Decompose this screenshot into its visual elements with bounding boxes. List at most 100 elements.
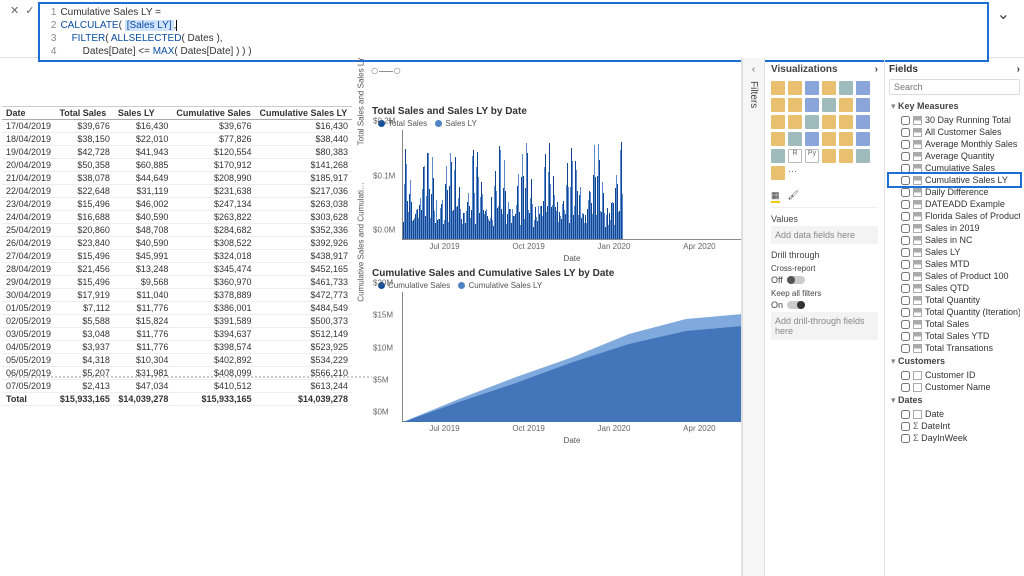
field-item[interactable]: Average Quantity bbox=[889, 150, 1020, 162]
table-row[interactable]: 04/05/2019$3,937$11,776$398,574$523,925 bbox=[2, 341, 352, 354]
field-checkbox[interactable] bbox=[901, 224, 910, 233]
field-item[interactable]: Daily Difference bbox=[889, 186, 1020, 198]
field-item[interactable]: All Customer Sales bbox=[889, 126, 1020, 138]
formula-commit[interactable]: ✓ bbox=[25, 4, 34, 17]
field-checkbox[interactable] bbox=[901, 332, 910, 341]
field-item[interactable]: DATEADD Example bbox=[889, 198, 1020, 210]
field-checkbox[interactable] bbox=[901, 434, 910, 443]
field-checkbox[interactable] bbox=[901, 248, 910, 257]
field-checkbox[interactable] bbox=[901, 422, 910, 431]
field-checkbox[interactable] bbox=[901, 236, 910, 245]
table-row[interactable]: 26/04/2019$23,840$40,590$308,522$392,926 bbox=[2, 237, 352, 250]
field-checkbox[interactable] bbox=[901, 371, 910, 380]
values-well[interactable]: Add data fields here bbox=[771, 226, 878, 244]
chart-total-sales[interactable]: Total Sales and Sales LY by Date Total S… bbox=[372, 106, 741, 263]
field-item[interactable]: Sales LY bbox=[889, 246, 1020, 258]
fields-search-input[interactable] bbox=[889, 79, 1020, 95]
field-item[interactable]: Total Transations bbox=[889, 342, 1020, 354]
table-row[interactable]: 19/04/2019$42,728$41,943$120,554$80,383 bbox=[2, 146, 352, 159]
field-checkbox[interactable] bbox=[901, 284, 910, 293]
field-checkbox[interactable] bbox=[901, 212, 910, 221]
field-item[interactable]: Sales in NC bbox=[889, 234, 1020, 246]
field-item[interactable]: DateInt bbox=[889, 420, 1020, 432]
table-row[interactable]: 07/05/2019$2,413$47,034$410,512$613,244 bbox=[2, 380, 352, 393]
field-checkbox[interactable] bbox=[901, 344, 910, 353]
cross-report-toggle[interactable]: Off bbox=[771, 275, 878, 285]
table-row[interactable]: 06/05/2019$5,207$31,981$408,099$566,210 bbox=[2, 367, 352, 380]
measure-icon bbox=[913, 212, 922, 221]
field-group[interactable]: Customers bbox=[889, 354, 1020, 369]
table-row[interactable]: 21/04/2019$38,078$44,649$208,990$185,917 bbox=[2, 172, 352, 185]
field-checkbox[interactable] bbox=[901, 176, 910, 185]
table-row[interactable]: 05/05/2019$4,318$10,304$402,892$534,229 bbox=[2, 354, 352, 367]
chevron-right-icon[interactable]: › bbox=[1017, 64, 1020, 75]
table-row[interactable]: 01/05/2019$7,112$11,776$386,001$484,549 bbox=[2, 302, 352, 315]
field-item[interactable]: Total Quantity (Iteration) bbox=[889, 306, 1020, 318]
data-table[interactable]: DateTotal SalesSales LYCumulative SalesC… bbox=[2, 106, 352, 406]
chevron-right-icon[interactable]: › bbox=[875, 64, 878, 75]
field-item[interactable]: Sales MTD bbox=[889, 258, 1020, 270]
table-row[interactable]: 02/05/2019$5,588$15,824$391,589$500,373 bbox=[2, 315, 352, 328]
table-row[interactable]: 27/04/2019$15,496$45,991$324,018$438,917 bbox=[2, 250, 352, 263]
field-item[interactable]: Total Quantity bbox=[889, 294, 1020, 306]
field-item[interactable]: Cumulative Sales bbox=[889, 162, 1020, 174]
field-group[interactable]: Key Measures bbox=[889, 99, 1020, 114]
field-item[interactable]: Sales in 2019 bbox=[889, 222, 1020, 234]
report-canvas[interactable]: ○—○ DateTotal SalesSales LYCumulative Sa… bbox=[0, 58, 741, 576]
formula-cancel[interactable]: ✕ bbox=[10, 4, 19, 17]
column-header[interactable]: Cumulative Sales bbox=[172, 107, 255, 120]
field-item[interactable]: Florida Sales of Product 2 … bbox=[889, 210, 1020, 222]
field-item[interactable]: Total Sales bbox=[889, 318, 1020, 330]
field-checkbox[interactable] bbox=[901, 320, 910, 329]
field-item[interactable]: 30 Day Running Total bbox=[889, 114, 1020, 126]
field-item[interactable]: Sales of Product 100 bbox=[889, 270, 1020, 282]
field-checkbox[interactable] bbox=[901, 128, 910, 137]
table-row[interactable]: 20/04/2019$50,358$60,885$170,912$141,268 bbox=[2, 159, 352, 172]
field-item[interactable]: Customer ID bbox=[889, 369, 1020, 381]
drill-well[interactable]: Add drill-through fields here bbox=[771, 312, 878, 340]
field-checkbox[interactable] bbox=[901, 200, 910, 209]
chart-cumulative-sales[interactable]: Cumulative Sales and Cumulative Sales LY… bbox=[372, 268, 741, 445]
field-checkbox[interactable] bbox=[901, 260, 910, 269]
filters-pane-collapsed[interactable]: ‹ Filters bbox=[742, 58, 764, 576]
field-item[interactable]: Date bbox=[889, 408, 1020, 420]
table-row[interactable]: 28/04/2019$21,456$13,248$345,474$452,165 bbox=[2, 263, 352, 276]
measure-icon bbox=[913, 188, 922, 197]
table-row[interactable]: 29/04/2019$15,496$9,568$360,970$461,733 bbox=[2, 276, 352, 289]
field-checkbox[interactable] bbox=[901, 383, 910, 392]
field-checkbox[interactable] bbox=[901, 272, 910, 281]
field-checkbox[interactable] bbox=[901, 188, 910, 197]
column-header[interactable]: Cumulative Sales LY bbox=[256, 107, 352, 120]
keep-filters-toggle[interactable]: On bbox=[771, 300, 878, 310]
table-row[interactable]: 03/05/2019$3,048$11,776$394,637$512,149 bbox=[2, 328, 352, 341]
field-checkbox[interactable] bbox=[901, 152, 910, 161]
field-item[interactable]: Customer Name bbox=[889, 381, 1020, 393]
viz-gallery[interactable]: RPy ⋯ bbox=[771, 79, 878, 186]
field-checkbox[interactable] bbox=[901, 164, 910, 173]
field-item[interactable]: Sales QTD bbox=[889, 282, 1020, 294]
table-row[interactable]: 24/04/2019$16,688$40,590$263,822$303,628 bbox=[2, 211, 352, 224]
field-group[interactable]: Dates bbox=[889, 393, 1020, 408]
column-header[interactable]: Sales LY bbox=[114, 107, 172, 120]
column-header[interactable]: Date bbox=[2, 107, 55, 120]
field-item[interactable]: Average Monthly Sales bbox=[889, 138, 1020, 150]
field-checkbox[interactable] bbox=[901, 410, 910, 419]
field-item[interactable]: Total Sales YTD bbox=[889, 330, 1020, 342]
fields-tab-icon[interactable]: ▦ bbox=[771, 190, 780, 203]
column-header[interactable]: Total Sales bbox=[55, 107, 113, 120]
table-row[interactable]: 18/04/2019$38,150$22,010$77,826$38,440 bbox=[2, 133, 352, 146]
formula-editor[interactable]: 1Cumulative Sales LY = 2CALCULATE( [Sale… bbox=[38, 2, 988, 62]
table-row[interactable]: 30/04/2019$17,919$11,040$378,889$472,773 bbox=[2, 289, 352, 302]
field-checkbox[interactable] bbox=[901, 140, 910, 149]
table-row[interactable]: 23/04/2019$15,496$46,002$247,134$263,038 bbox=[2, 198, 352, 211]
format-tab-icon[interactable]: 🖌 bbox=[788, 190, 799, 203]
table-row[interactable]: 17/04/2019$39,676$16,430$39,676$16,430 bbox=[2, 120, 352, 133]
field-checkbox[interactable] bbox=[901, 116, 910, 125]
field-item[interactable]: DayInWeek bbox=[889, 432, 1020, 444]
formula-dropdown[interactable]: ⌄ bbox=[989, 2, 1018, 26]
field-checkbox[interactable] bbox=[901, 308, 910, 317]
field-item[interactable]: Cumulative Sales LY bbox=[889, 174, 1020, 186]
table-row[interactable]: 25/04/2019$20,860$48,708$284,682$352,336 bbox=[2, 224, 352, 237]
field-checkbox[interactable] bbox=[901, 296, 910, 305]
table-row[interactable]: 22/04/2019$22,648$31,119$231,638$217,036 bbox=[2, 185, 352, 198]
